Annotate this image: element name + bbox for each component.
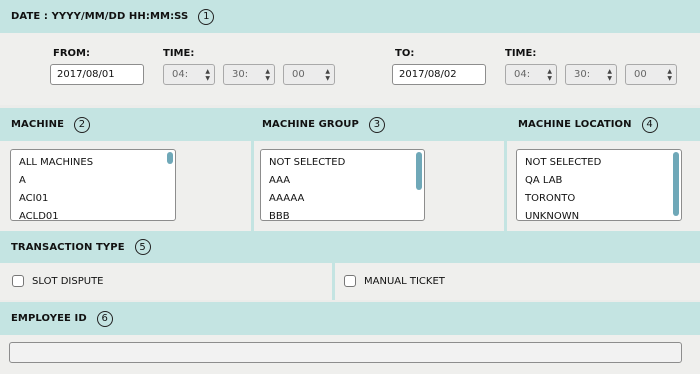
scrollbar[interactable] [673,152,679,216]
from-label: FROM: [53,48,90,59]
step-number-badge: 6 [96,310,113,327]
to-time-label: TIME: [505,48,537,59]
column-divider [504,108,507,231]
to-second-value: 00 [634,69,647,80]
slot-dispute-checkbox[interactable] [12,275,24,287]
spinner-arrows-icon[interactable]: ▲ ▼ [325,68,330,82]
from-date-input[interactable]: 2017/08/01 [50,64,144,85]
from-hour-spinner[interactable]: 04: ▲ ▼ [163,64,215,85]
list-item[interactable]: TORONTO [525,192,681,210]
list-item[interactable]: A [19,174,175,192]
employee-id-title: EMPLOYEE ID [11,313,87,324]
scrollbar-thumb[interactable] [167,152,173,164]
from-second-spinner[interactable]: 00 ▲ ▼ [283,64,335,85]
scrollbar[interactable] [167,152,173,216]
from-second-value: 00 [292,69,305,80]
list-item[interactable]: NOT SELECTED [525,156,681,174]
to-minute-spinner[interactable]: 30: ▲ ▼ [565,64,617,85]
machine-title: MACHINE [11,119,65,130]
step-number-badge: 4 [641,116,658,133]
machine-group-listbox[interactable]: NOT SELECTED AAA AAAAA BBB [260,149,425,221]
to-date-input[interactable]: 2017/08/02 [392,64,486,85]
from-minute-spinner[interactable]: 30: ▲ ▼ [223,64,275,85]
to-minute-value: 30: [574,69,591,80]
spinner-arrows-icon[interactable]: ▲ ▼ [667,68,672,82]
employee-id-header: EMPLOYEE ID 6 [0,302,700,335]
transaction-type-title: TRANSACTION TYPE [11,241,125,253]
to-hour-spinner[interactable]: 04: ▲ ▼ [505,64,557,85]
machine-location-header: MACHINE LOCATION 4 [507,108,700,141]
from-time-label: TIME: [163,48,195,59]
from-date-value: 2017/08/01 [57,69,115,80]
spinner-arrows-icon[interactable]: ▲ ▼ [607,68,612,82]
manual-ticket-checkbox[interactable] [344,275,356,287]
step-number-badge: 3 [368,116,385,133]
employee-id-input[interactable] [9,342,682,363]
to-second-spinner[interactable]: 00 ▲ ▼ [625,64,677,85]
list-item[interactable]: UNKNOWN [525,210,681,220]
machine-group-header: MACHINE GROUP 3 [254,108,504,141]
column-divider [251,108,254,231]
list-item[interactable]: QA LAB [525,174,681,192]
from-hour-value: 04: [172,69,189,80]
list-item[interactable]: AAA [269,174,424,192]
spinner-arrows-icon[interactable]: ▲ ▼ [547,68,552,82]
date-section-header: DATE : YYYY/MM/DD HH:MM:SS 1 [0,0,700,33]
scrollbar-thumb[interactable] [416,152,422,190]
step-number-badge: 2 [74,116,91,133]
slot-dispute-label: SLOT DISPUTE [32,276,104,287]
list-item[interactable]: ACI01 [19,192,175,210]
spinner-arrows-icon[interactable]: ▲ ▼ [205,68,210,82]
list-item[interactable]: NOT SELECTED [269,156,424,174]
step-number-badge: 1 [198,8,215,25]
scrollbar[interactable] [416,152,422,216]
to-label: TO: [395,48,415,59]
from-minute-value: 30: [232,69,249,80]
column-divider [332,263,335,300]
spinner-arrows-icon[interactable]: ▲ ▼ [265,68,270,82]
date-section-title: DATE : YYYY/MM/DD HH:MM:SS [11,11,189,22]
list-item[interactable]: ALL MACHINES [19,156,175,174]
machine-group-title: MACHINE GROUP [262,119,359,130]
to-hour-value: 04: [514,69,531,80]
machine-location-listbox[interactable]: NOT SELECTED QA LAB TORONTO UNKNOWN [516,149,682,221]
scrollbar-thumb[interactable] [673,152,679,216]
list-item[interactable]: AAAAA [269,192,424,210]
machine-location-title: MACHINE LOCATION [518,119,632,130]
machine-header: MACHINE 2 [0,108,251,141]
step-number-badge: 5 [134,239,151,255]
machine-listbox[interactable]: ALL MACHINES A ACI01 ACLD01 [10,149,176,221]
transaction-type-header: TRANSACTION TYPE 5 [0,231,700,263]
list-item[interactable]: ACLD01 [19,210,175,220]
to-date-value: 2017/08/02 [399,69,457,80]
manual-ticket-label: MANUAL TICKET [364,276,445,287]
list-item[interactable]: BBB [269,210,424,220]
